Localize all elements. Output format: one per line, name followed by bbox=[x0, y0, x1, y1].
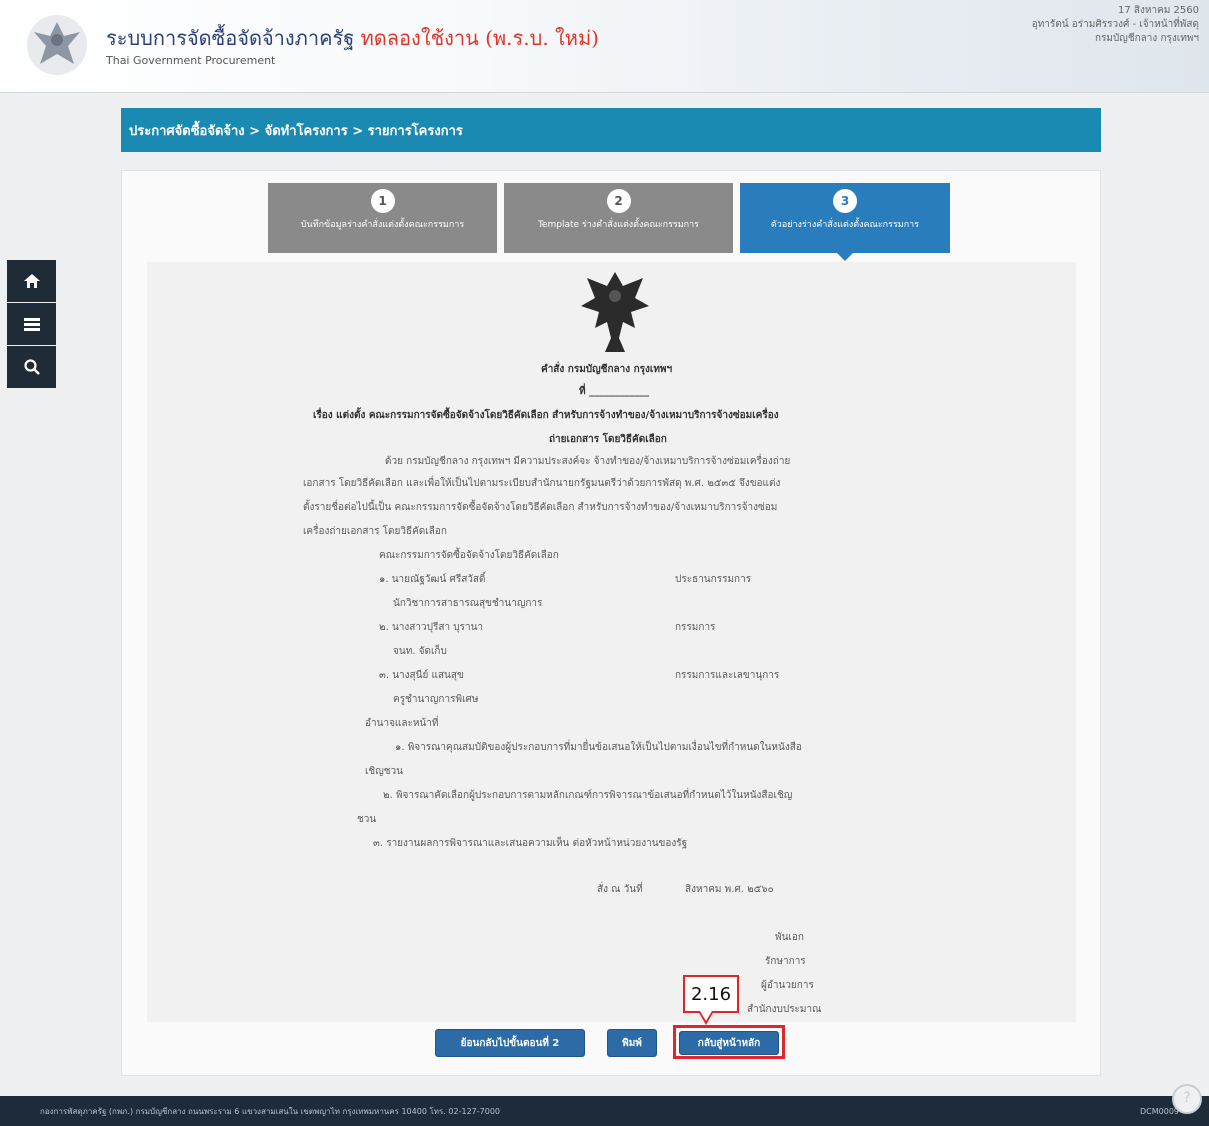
committee-heading: คณะกรรมการจัดซื้อจัดจ้างโดยวิธีคัดเลือก bbox=[379, 550, 559, 561]
subject-line-1: เรื่อง แต่งตั้ง คณะกรรมการจัดซื้อจัดจ้าง… bbox=[313, 410, 779, 421]
signature-title: ผู้อำนวยการ bbox=[761, 980, 814, 991]
app-title: ระบบการจัดซื้อจัดจ้างภาครัฐ ทดลองใช้งาน … bbox=[106, 22, 599, 54]
body-line-2: เอกสาร โดยวิธีคัดเลือก และเพื่อให้เป็นไป… bbox=[303, 478, 781, 489]
signed-date-label: สั่ง ณ วันที่ bbox=[597, 884, 643, 895]
document-preview: คำสั่ง กรมบัญชีกลาง กรุงเทพฯ ที่ _______… bbox=[147, 262, 1076, 1022]
page-footer: กองการพัสดุภาครัฐ (กพภ.) กรมบัญชีกลาง ถน… bbox=[0, 1096, 1209, 1126]
user-info: 17 สิงหาคม 2560 อุทารัตน์ อร่ามศิรรวงศ์ … bbox=[1032, 4, 1199, 46]
signature-office: สำนักงบประมาณ bbox=[747, 1004, 822, 1015]
signature-rank: พันเอก bbox=[775, 932, 804, 943]
callout-tail-inner bbox=[700, 1011, 712, 1021]
garuda-logo-icon bbox=[22, 10, 92, 80]
back-to-home-button[interactable]: กลับสู่หน้าหลัก bbox=[679, 1031, 779, 1055]
user-name: อุทารัตน์ อร่ามศิรรวงศ์ - เจ้าหน้าที่พัส… bbox=[1031, 19, 1199, 30]
app-subtitle: Thai Government Procurement bbox=[106, 54, 276, 67]
title-trial: ทดลองใช้งาน (พ.ร.บ. ใหม่) bbox=[360, 26, 599, 50]
side-nav bbox=[7, 260, 56, 389]
step-annotation-callout: 2.16 bbox=[683, 975, 739, 1013]
member-2-position: จนท. จัดเก็บ bbox=[393, 646, 447, 657]
breadcrumb: ประกาศจัดซื้อจัดจ้าง > จัดทำโครงการ > รา… bbox=[121, 108, 1101, 152]
step-1[interactable]: 1 บันทึกข้อมูลร่างคำสั่งแต่งตั้งคณะกรรมก… bbox=[268, 183, 497, 253]
wizard-steps: 1 บันทึกข้อมูลร่างคำสั่งแต่งตั้งคณะกรรมก… bbox=[268, 183, 950, 261]
signed-date-value: สิงหาคม พ.ศ. ๒๕๖๐ bbox=[685, 884, 774, 895]
order-title: คำสั่ง กรมบัญชีกลาง กรุงเทพฯ bbox=[541, 364, 673, 375]
search-icon bbox=[23, 359, 40, 375]
duty-3: ๓. รายงานผลการพิจารณาและเสนอความเห็น ต่อ… bbox=[373, 838, 688, 849]
footer-address: กองการพัสดุภาครัฐ (กพภ.) กรมบัญชีกลาง ถน… bbox=[40, 1106, 500, 1116]
step-3-number: 3 bbox=[833, 189, 857, 213]
member-1-name: ๑. นายณัฐวัฒน์ ศรีสวัสดิ์ bbox=[379, 574, 486, 585]
garuda-emblem-icon bbox=[579, 268, 651, 356]
step-2-label: Template ร่างคำสั่งแต่งตั้งคณะกรรมการ bbox=[537, 220, 700, 230]
duty-2-line-a: ๒. พิจารณาคัดเลือกผู้ประกอบการตามหลักเกณ… bbox=[383, 790, 793, 801]
current-date: 17 สิงหาคม 2560 bbox=[1117, 5, 1199, 16]
menu-icon bbox=[23, 317, 40, 331]
member-3-position: ครูชำนาญการพิเศษ bbox=[393, 694, 479, 705]
search-nav-button[interactable] bbox=[7, 346, 56, 388]
member-3-role: กรรมการและเลขานุการ bbox=[675, 670, 780, 681]
user-org: กรมบัญชีกลาง กรุงเทพฯ bbox=[1094, 33, 1199, 44]
title-main: ระบบการจัดซื้อจัดจ้างภาครัฐ bbox=[106, 26, 361, 50]
home-icon bbox=[23, 274, 40, 288]
duty-1-line-a: ๑. พิจารณาคุณสมบัติของผู้ประกอบการที่มาย… bbox=[395, 742, 802, 753]
member-2-name: ๒. นางสาวปุรีสา บุรานา bbox=[379, 622, 484, 633]
member-1-position: นักวิชาการสาธารณสุขชำนาญการ bbox=[393, 598, 543, 609]
subject-line-2: ถ่ายเอกสาร โดยวิธีคัดเลือก bbox=[549, 434, 667, 445]
menu-nav-button[interactable] bbox=[7, 303, 56, 345]
help-icon[interactable]: ? bbox=[1172, 1084, 1202, 1114]
print-button[interactable]: พิมพ์ bbox=[607, 1029, 657, 1057]
member-1-role: ประธานกรรมการ bbox=[675, 574, 752, 585]
body-line-1: ด้วย กรมบัญชีกลาง กรุงเทพฯ มีความประสงค์… bbox=[385, 456, 791, 467]
duty-1-line-b: เชิญชวน bbox=[365, 766, 403, 777]
step-3-label: ตัวอย่างร่างคำสั่งแต่งตั้งคณะกรรมการ bbox=[770, 220, 920, 230]
step-2-number: 2 bbox=[606, 189, 631, 213]
step-1-label: บันทึกข้อมูลร่างคำสั่งแต่งตั้งคณะกรรมการ bbox=[300, 220, 465, 230]
step-3[interactable]: 3 ตัวอย่างร่างคำสั่งแต่งตั้งคณะกรรมการ bbox=[740, 183, 950, 261]
order-number: ที่ ____________ bbox=[579, 386, 650, 397]
home-nav-button[interactable] bbox=[7, 260, 56, 302]
page-code: DCM0009 bbox=[1139, 1106, 1179, 1116]
app-header: ระบบการจัดซื้อจัดจ้างภาครัฐ ทดลองใช้งาน … bbox=[0, 0, 1209, 93]
member-3-name: ๓. นางสุนีย์ แสนสุข bbox=[379, 670, 464, 681]
step-2[interactable]: 2 Template ร่างคำสั่งแต่งตั้งคณะกรรมการ bbox=[504, 183, 733, 253]
member-2-role: กรรมการ bbox=[675, 622, 716, 633]
duty-2-line-b: ชวน bbox=[357, 814, 377, 825]
body-line-4: เครื่องถ่ายเอกสาร โดยวิธีคัดเลือก bbox=[303, 526, 447, 537]
body-line-3: ตั้งรายชื่อต่อไปนี้เป็น คณะกรรมการจัดซื้… bbox=[303, 502, 778, 513]
duty-heading: อำนาจและหน้าที่ bbox=[365, 718, 439, 729]
signature-acting: รักษาการ bbox=[765, 956, 806, 967]
step-1-number: 1 bbox=[370, 189, 395, 213]
back-to-step-2-button[interactable]: ย้อนกลับไปขั้นตอนที่ 2 bbox=[435, 1029, 585, 1057]
